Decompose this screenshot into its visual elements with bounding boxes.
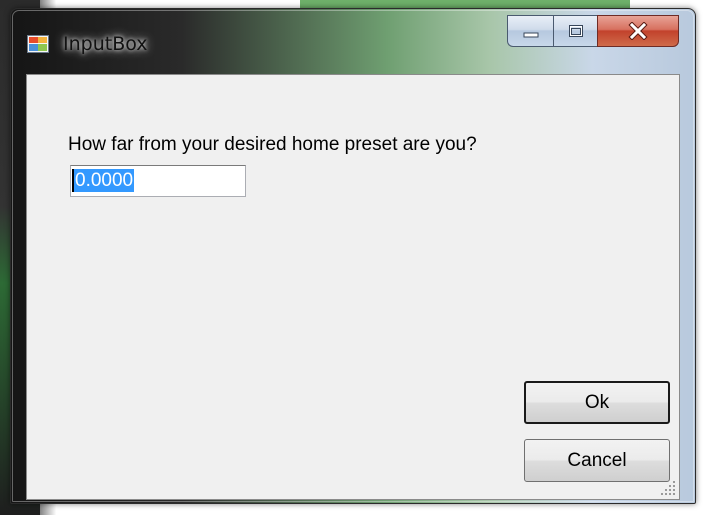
minimize-button[interactable] <box>507 15 553 47</box>
inputbox-window: InputBox How far from your desired home … <box>10 8 696 504</box>
cancel-button[interactable]: Cancel <box>524 439 670 482</box>
app-icon <box>27 35 49 53</box>
resize-grip-icon[interactable] <box>659 479 677 497</box>
ok-button[interactable]: Ok <box>524 381 670 424</box>
close-icon <box>628 22 648 40</box>
dialog-client-area: How far from your desired home preset ar… <box>26 74 680 500</box>
maximize-button[interactable] <box>553 15 597 47</box>
prompt-label: How far from your desired home preset ar… <box>68 134 477 155</box>
value-input[interactable]: 0.0000 <box>70 165 246 197</box>
close-button[interactable] <box>597 15 679 47</box>
maximize-icon <box>568 25 583 37</box>
window-title: InputBox <box>63 33 148 55</box>
caption-buttons <box>507 15 679 49</box>
title-bar[interactable]: InputBox <box>11 9 695 75</box>
minimize-icon <box>523 32 538 38</box>
value-input-text[interactable]: 0.0000 <box>72 169 135 192</box>
